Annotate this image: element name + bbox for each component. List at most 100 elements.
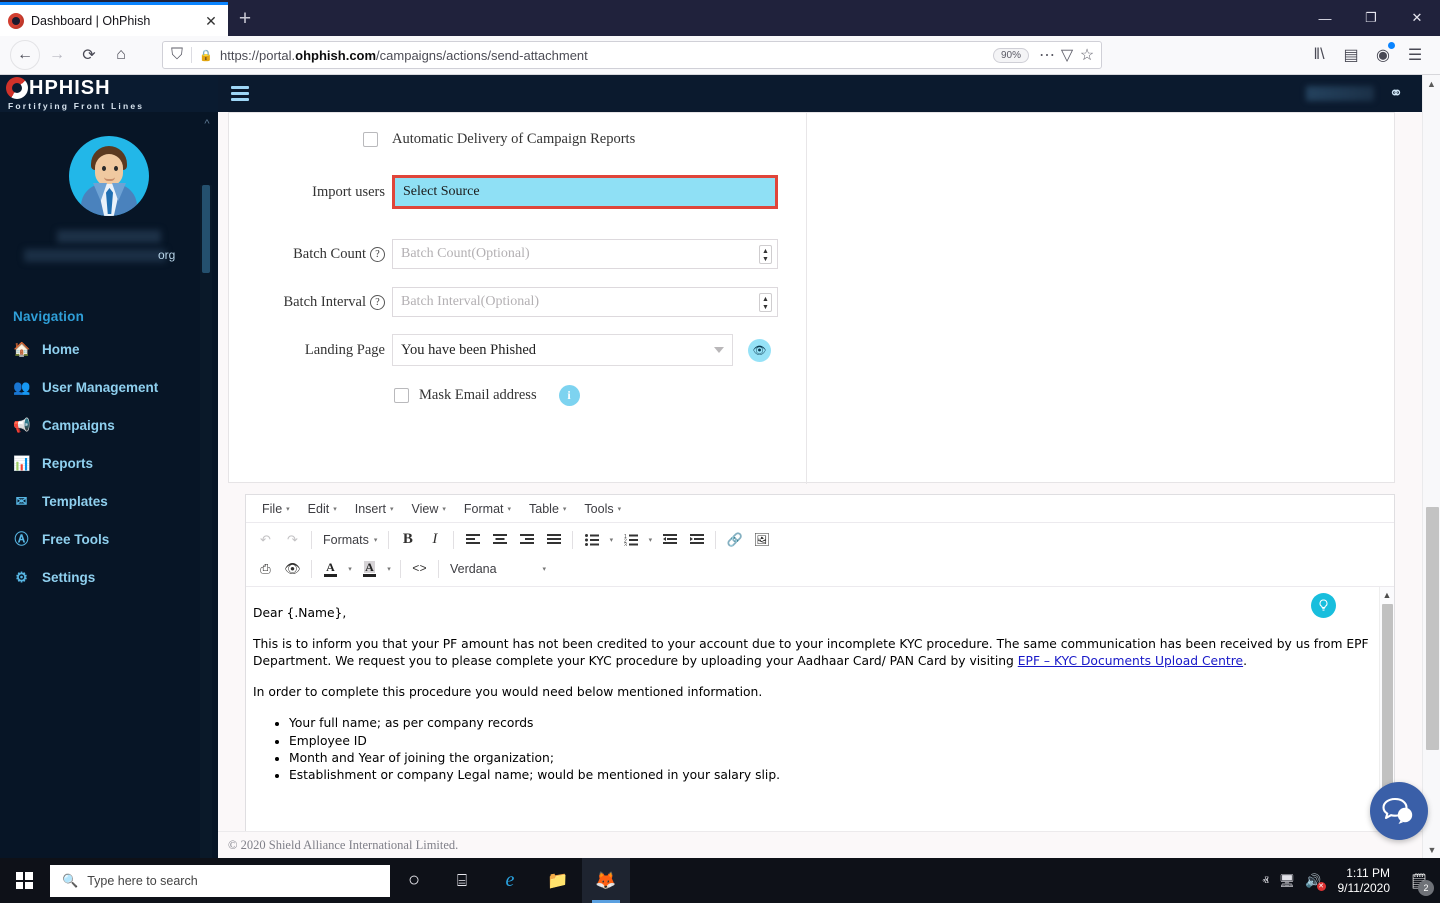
sidebar-item-campaigns[interactable]: 📢 Campaigns ›: [0, 406, 218, 444]
stepper-down-icon[interactable]: ▼: [760, 255, 771, 263]
sidebar-item-templates[interactable]: ✉ Templates ›: [0, 482, 218, 520]
mask-email-info-icon[interactable]: i: [558, 385, 580, 406]
editor-menu-table[interactable]: Table ▾: [521, 499, 574, 519]
task-view-icon[interactable]: ⌸: [438, 858, 486, 903]
app-menu-icon[interactable]: ☰: [1400, 40, 1430, 70]
sidebar-item-settings[interactable]: ⚙ Settings: [0, 558, 218, 596]
menu-toggle-icon[interactable]: [231, 83, 249, 103]
lightbulb-hint-icon[interactable]: [1311, 593, 1336, 618]
cortana-icon[interactable]: ○: [390, 858, 438, 903]
bookmark-star-icon[interactable]: ☆: [1079, 47, 1095, 64]
chat-widget-button[interactable]: [1370, 782, 1428, 840]
background-color-caret-icon[interactable]: ▾: [383, 556, 395, 581]
italic-icon[interactable]: I: [421, 527, 448, 552]
taskbar-clock[interactable]: 1:11 PM 9/11/2020: [1332, 866, 1397, 896]
editor-menu-tools[interactable]: Tools ▾: [576, 499, 629, 519]
home-button[interactable]: ⌂: [106, 40, 136, 70]
sidebar-collapse-icon[interactable]: ^: [200, 117, 214, 131]
kyc-upload-link[interactable]: EPF – KYC Documents Upload Centre: [1018, 654, 1243, 668]
numbered-list-caret-icon[interactable]: ▾: [644, 527, 656, 552]
new-tab-button[interactable]: +: [228, 2, 262, 36]
undo-icon[interactable]: ↶: [252, 527, 279, 552]
indent-icon[interactable]: [683, 527, 710, 552]
align-justify-icon[interactable]: [540, 527, 567, 552]
sidebar-item-reports[interactable]: 📊 Reports ›: [0, 444, 218, 482]
select-source-dropdown[interactable]: Select Source: [392, 175, 778, 209]
firefox-icon[interactable]: 🦊: [582, 858, 630, 903]
account-icon[interactable]: ◉: [1368, 40, 1398, 70]
print-icon[interactable]: ⎙: [252, 556, 279, 581]
edge-icon[interactable]: e: [486, 858, 534, 903]
text-color-icon[interactable]: A: [317, 556, 344, 581]
sidebar-toggle-icon[interactable]: ▤: [1336, 40, 1366, 70]
link-icon[interactable]: 🔗: [721, 527, 748, 552]
page-actions-icon[interactable]: ⋯: [1039, 47, 1055, 64]
page-scrollbar[interactable]: ▲ ▼: [1422, 75, 1440, 858]
stepper-up-icon[interactable]: ▲: [760, 295, 771, 303]
stepper-up-icon[interactable]: ▲: [760, 247, 771, 255]
numbered-list-icon[interactable]: 123: [617, 527, 644, 552]
source-code-icon[interactable]: <>: [406, 556, 433, 581]
notification-center-button[interactable]: 🗒 2: [1406, 866, 1434, 896]
batch-count-input[interactable]: Batch Count(Optional) ▲ ▼: [392, 239, 778, 269]
text-color-caret-icon[interactable]: ▾: [344, 556, 356, 581]
pocket-icon[interactable]: ▽: [1059, 47, 1075, 64]
page-scrollbar-thumb[interactable]: [1426, 507, 1439, 750]
redo-icon[interactable]: ↷: [279, 527, 306, 552]
sidebar-item-home[interactable]: 🏠 Home: [0, 330, 218, 368]
back-button[interactable]: ←: [10, 40, 40, 70]
outdent-icon[interactable]: [656, 527, 683, 552]
align-center-icon[interactable]: [486, 527, 513, 552]
stepper-down-icon[interactable]: ▼: [760, 303, 771, 311]
align-left-icon[interactable]: [459, 527, 486, 552]
library-icon[interactable]: ‖\: [1304, 40, 1334, 70]
file-explorer-icon[interactable]: 📁: [534, 858, 582, 903]
batch-interval-help-icon[interactable]: ?: [370, 294, 385, 310]
browser-tab[interactable]: Dashboard | OhPhish ✕: [0, 2, 228, 36]
url-bar[interactable]: ⛉ 🔒 https://portal.ohphish.com/campaigns…: [162, 41, 1102, 69]
reload-button[interactable]: ⟳: [74, 40, 104, 70]
bold-icon[interactable]: B: [394, 527, 421, 552]
bullet-list-icon[interactable]: [578, 527, 605, 552]
lock-icon[interactable]: 🔒: [198, 47, 214, 63]
close-window-icon[interactable]: ✕: [1394, 0, 1440, 36]
font-family-dropdown[interactable]: Verdana ▾: [444, 562, 552, 576]
bullet-list-caret-icon[interactable]: ▾: [605, 527, 617, 552]
zoom-level-badge[interactable]: 90%: [992, 47, 1029, 63]
batch-interval-stepper[interactable]: ▲ ▼: [759, 293, 772, 312]
tracking-protection-shield-icon[interactable]: ⛉: [169, 46, 185, 63]
sidebar-item-user-management[interactable]: 👥 User Management ›: [0, 368, 218, 406]
editor-menu-format[interactable]: Format ▾: [456, 499, 519, 519]
editor-menu-insert[interactable]: Insert ▾: [347, 499, 402, 519]
start-button[interactable]: [0, 858, 48, 903]
user-account-icon[interactable]: ⚭: [1386, 84, 1406, 104]
minimize-icon[interactable]: —: [1302, 0, 1348, 36]
formats-dropdown[interactable]: Formats ▾: [317, 533, 383, 547]
image-icon[interactable]: 🖼: [748, 527, 775, 552]
editor-scrollbar-thumb[interactable]: [1382, 604, 1393, 791]
editor-menu-view[interactable]: View ▾: [404, 499, 454, 519]
maximize-icon[interactable]: ❐: [1348, 0, 1394, 36]
sidebar-scrollbar[interactable]: [200, 185, 212, 858]
batch-interval-input[interactable]: Batch Interval(Optional) ▲ ▼: [392, 287, 778, 317]
editor-menu-edit[interactable]: Edit ▾: [300, 499, 345, 519]
chevron-down-icon[interactable]: [714, 347, 724, 353]
volume-icon[interactable]: 🔊 ✕: [1305, 873, 1326, 891]
editor-menu-file[interactable]: File ▾: [254, 499, 298, 519]
app-logo[interactable]: HPHISH Fortifying Front Lines: [0, 75, 218, 112]
auto-delivery-checkbox[interactable]: [363, 132, 378, 147]
background-color-icon[interactable]: A: [356, 556, 383, 581]
align-right-icon[interactable]: [513, 527, 540, 552]
batch-count-stepper[interactable]: ▲ ▼: [759, 245, 772, 264]
landing-page-preview-button[interactable]: 👁: [748, 338, 771, 362]
page-scroll-down-icon[interactable]: ▼: [1423, 841, 1440, 858]
landing-page-select[interactable]: You have been Phished: [392, 334, 733, 366]
sidebar-scrollbar-thumb[interactable]: [202, 185, 210, 273]
editor-scroll-up-icon[interactable]: ▲: [1380, 587, 1394, 602]
preview-icon[interactable]: 👁: [279, 556, 306, 581]
tab-close-icon[interactable]: ✕: [202, 12, 220, 30]
network-icon[interactable]: 🖥: [1279, 873, 1296, 889]
taskbar-search-box[interactable]: 🔍 Type here to search: [50, 864, 390, 897]
batch-count-help-icon[interactable]: ?: [370, 246, 385, 262]
mask-email-checkbox[interactable]: [394, 388, 409, 403]
